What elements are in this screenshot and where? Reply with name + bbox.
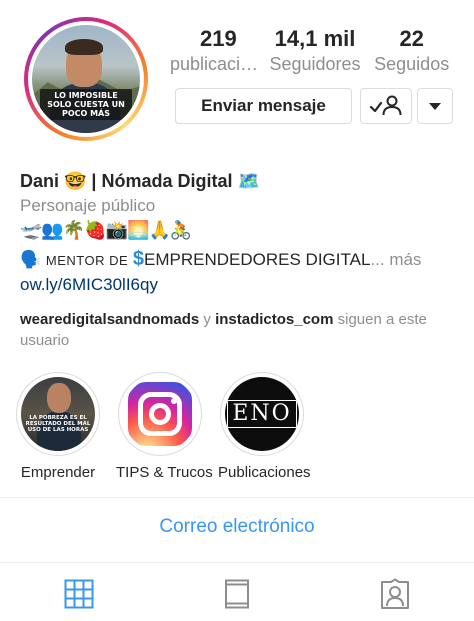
profile-tabs [0,567,474,621]
avatar-photo: LO IMPOSIBLE SOLO CUESTA UN POCO MÁS [32,25,140,133]
stat-followers-count: 14,1 mil [274,26,356,51]
divider [0,562,474,563]
followed-by-user-2[interactable]: instadictos_com [215,311,333,328]
profile-stats: 219 publicaciones 14,1 mil Seguidores 22… [170,26,460,76]
instagram-logo-lens [149,403,171,425]
highlight-label: Emprender [20,464,96,481]
avatar-hair [65,39,103,55]
highlight-cover-text: LA POBREZA ES EL RESULTADO DEL MAL USO D… [25,415,91,433]
avatar-border: LO IMPOSIBLE SOLO CUESTA UN POCO MÁS [28,21,144,137]
stat-following-label: Seguidos [374,54,450,74]
followed-by-user-1[interactable]: wearedigitalsandnomads [20,311,199,328]
feed-icon [225,579,249,609]
dollar-icon: $ [132,248,145,270]
profile-category: Personaje público [20,196,156,215]
highlight-cover-logo [123,377,197,451]
stat-following[interactable]: 22 Seguidos [363,26,460,76]
bio-mentor-prefix: MENTOR DE [45,253,129,268]
followed-by-text: wearedigitalsandnomads y instadictos_com… [20,309,460,351]
highlight-cover-logo: ENO [225,377,299,451]
bio-mentor-text: EMPRENDEDORES DIGITAL [144,250,371,269]
followed-by-and: y [199,311,216,328]
divider [0,497,474,498]
eno-logo: ENO [227,400,297,428]
stat-posts-count: 219 [199,26,237,51]
highlight-tips-trucos[interactable]: TIPS & Trucos [116,372,213,481]
highlight-ring [118,372,202,456]
bio-more-link[interactable]: ... más [370,250,421,269]
profile-bio: Dani 🤓 | Nómada Digital 🗺️ Personaje púb… [20,170,460,351]
avatar-caption: LO IMPOSIBLE SOLO CUESTA UN POCO MÁS [40,89,132,120]
stat-posts[interactable]: 219 publicaciones [170,26,267,76]
instagram-logo-icon [128,382,192,446]
more-options-button[interactable] [417,88,453,124]
highlight-cover-photo: LA POBREZA ES EL RESULTADO DEL MAL USO D… [21,377,95,451]
highlight-emprender[interactable]: LA POBREZA ES EL RESULTADO DEL MAL USO D… [14,372,102,481]
tagged-icon [381,578,409,609]
highlight-label: TIPS & Trucos [116,464,213,481]
following-check-person-icon [369,95,402,116]
stat-followers-label: Seguidores [269,54,361,74]
bio-website-link[interactable]: ow.ly/6MIC30lI6qy [20,273,460,296]
bio-emoji-line: 🛫👥🌴🍓📸🌅🙏🚴 [20,220,192,240]
tab-feed[interactable] [158,567,316,621]
instagram-logo-dot [171,398,177,404]
speaking-head-icon: 🗣️ [20,250,42,269]
tab-tagged[interactable] [316,567,474,621]
tab-grid[interactable] [0,567,158,621]
send-message-button[interactable]: Enviar mensaje [175,88,352,124]
email-button[interactable]: Correo electrónico [0,512,474,542]
highlight-ring: ENO [220,372,304,456]
story-highlights: LA POBREZA ES EL RESULTADO DEL MAL USO D… [14,372,311,481]
grid-icon [64,579,94,609]
highlight-label: Publicaciones [218,464,311,481]
stat-following-count: 22 [399,26,424,51]
highlight-person-face [47,383,71,413]
bio-mentor-line[interactable]: 🗣️ MENTOR DE $EMPRENDEDORES DIGITAL... m… [20,248,460,272]
highlight-ring: LA POBREZA ES EL RESULTADO DEL MAL USO D… [16,372,100,456]
chevron-down-icon [429,102,441,110]
profile-name: Dani 🤓 | Nómada Digital 🗺️ [20,171,260,191]
stat-posts-label: publicaciones [170,54,267,74]
stat-followers[interactable]: 14,1 mil Seguidores [267,26,364,76]
following-button[interactable] [360,88,412,124]
highlight-publicaciones[interactable]: ENO Publicaciones [218,372,311,481]
profile-avatar[interactable]: LO IMPOSIBLE SOLO CUESTA UN POCO MÁS [24,17,148,141]
